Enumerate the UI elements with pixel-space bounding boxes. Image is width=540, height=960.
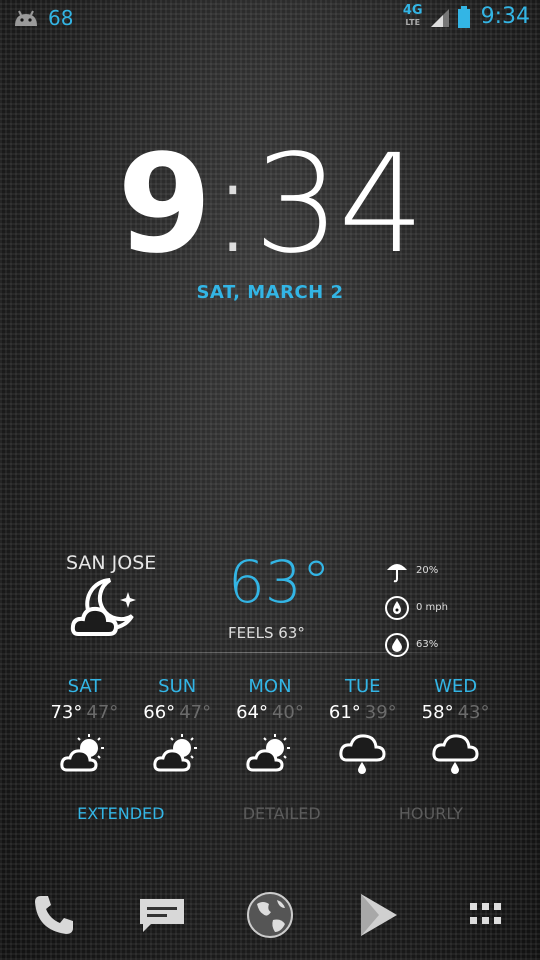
network-label: 4G: [402, 2, 423, 18]
day-temps: 64° 40°: [224, 702, 317, 732]
status-time: 9:34: [480, 4, 530, 29]
clock-minute: 34: [253, 126, 425, 284]
day-low: 47°: [179, 702, 212, 723]
messaging-icon: [140, 899, 184, 932]
app-drawer-icon: [470, 903, 501, 924]
day-high: 58°: [421, 702, 454, 723]
day-name: TUE: [345, 676, 381, 697]
city-name: SAN JOSE: [66, 552, 157, 574]
partly-sunny-icon: [224, 732, 317, 782]
day-name: WED: [434, 676, 478, 697]
phone-app-button[interactable]: [24, 885, 84, 945]
wind-value: 0 mph: [416, 602, 448, 613]
rain-icon: [316, 732, 409, 782]
android-notification-icon: [15, 10, 37, 26]
weather-stats: 20% 0 mph 63%: [384, 552, 448, 663]
app-drawer-button[interactable]: [456, 885, 516, 945]
day-high: 73°: [50, 702, 83, 723]
tab-detailed[interactable]: DETAILED: [243, 804, 321, 823]
cloudy-night-icon: [70, 576, 150, 646]
phone-icon: [35, 896, 73, 934]
partly-sunny-icon: [38, 732, 131, 782]
day-high: 61°: [328, 702, 361, 723]
day-temps: 61° 39°: [316, 702, 409, 732]
clock-time: 9:34: [0, 130, 540, 280]
day-temps: 66° 47°: [131, 702, 224, 732]
day-name: SAT: [67, 676, 102, 697]
status-bar: 68 4G LTE 9:34: [0, 0, 540, 38]
day-high: 64°: [236, 702, 268, 723]
day-low: 43°: [457, 702, 490, 723]
clock-hour: 9: [117, 126, 212, 284]
forecast-row: SAT 73° 47° SUN 66° 47° MON 64° 40° TUE …: [38, 676, 502, 782]
browser-app-button[interactable]: [240, 885, 300, 945]
partly-sunny-icon: [131, 732, 224, 782]
precipitation-value: 20%: [416, 565, 439, 576]
humidity-value: 63%: [416, 639, 439, 650]
date-label[interactable]: SAT, MARCH 2: [0, 282, 540, 303]
status-right: 4G LTE 9:34: [402, 2, 530, 30]
day-temps: 58° 43°: [409, 702, 502, 732]
tab-hourly[interactable]: HOURLY: [399, 804, 463, 823]
clock-widget[interactable]: 9:34: [0, 130, 540, 280]
play-store-icon: [361, 894, 397, 936]
forecast-day[interactable]: MON 64° 40°: [224, 676, 317, 782]
app-dock: [0, 880, 540, 950]
umbrella-icon: [387, 563, 407, 582]
network-sublabel: LTE: [405, 17, 421, 27]
tab-extended[interactable]: EXTENDED: [77, 804, 164, 823]
status-left: 68: [12, 6, 73, 30]
precipitation-stat: 20%: [384, 552, 448, 589]
rain-icon: [409, 732, 502, 782]
network-type: 4G LTE: [402, 2, 423, 29]
clock-colon: :: [209, 126, 256, 284]
notification-count: 68: [48, 6, 74, 30]
current-temperature: 63°: [228, 548, 331, 616]
day-name: SUN: [158, 676, 197, 697]
browser-globe-icon: [247, 892, 293, 938]
play-store-app-button[interactable]: [348, 885, 408, 945]
wind-icon: [385, 595, 409, 620]
day-high: 66°: [143, 702, 176, 723]
wind-stat: 0 mph: [384, 589, 448, 626]
forecast-day[interactable]: WED 58° 43°: [409, 676, 502, 782]
forecast-view-tabs: EXTENDED DETAILED HOURLY: [38, 804, 502, 823]
day-low: 39°: [364, 702, 397, 723]
battery-icon: [457, 5, 470, 28]
day-low: 47°: [86, 702, 119, 723]
weather-divider: [38, 652, 502, 653]
forecast-day[interactable]: SUN 66° 47°: [131, 676, 224, 782]
forecast-day[interactable]: TUE 61° 39°: [316, 676, 409, 782]
signal-icon: [430, 8, 449, 27]
humidity-stat: 63%: [384, 626, 448, 663]
day-low: 40°: [271, 702, 304, 723]
forecast-day[interactable]: SAT 73° 47°: [38, 676, 131, 782]
messaging-app-button[interactable]: [132, 885, 192, 945]
humidity-icon: [385, 632, 409, 657]
day-name: MON: [248, 676, 292, 697]
feels-like: FEELS 63°: [228, 624, 305, 642]
day-temps: 73° 47°: [38, 702, 131, 732]
